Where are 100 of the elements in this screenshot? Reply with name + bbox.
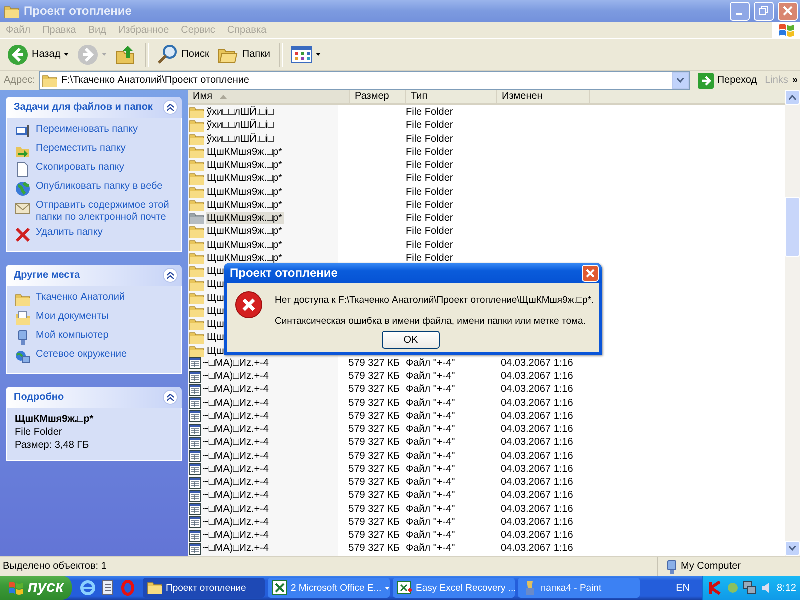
task-link[interactable]: Удалить папку — [36, 227, 103, 239]
window-title: Проект отопление — [24, 4, 133, 18]
file-type: Файл "+-4" — [405, 396, 456, 410]
file-type: File Folder — [405, 172, 454, 186]
taskbar-button[interactable]: 2 Microsoft Office E... — [268, 578, 390, 598]
file-name[interactable]: Щш — [206, 278, 226, 292]
folder-up-icon — [114, 44, 137, 66]
item-size: Размер: 3,48 ГБ — [15, 440, 90, 452]
scrollbar[interactable] — [785, 90, 800, 556]
column-header[interactable]: Размер — [350, 90, 406, 105]
file-type: Файл "+-4" — [405, 529, 456, 542]
file-size: 579 327 КБ — [348, 476, 400, 490]
item-name: ЩшКМшя9ж.□р* — [15, 414, 95, 426]
network-icon[interactable] — [743, 581, 757, 595]
dropdown-button[interactable] — [672, 72, 690, 89]
folder-icon — [189, 290, 205, 306]
notepad-icon[interactable] — [100, 580, 116, 596]
address-field[interactable]: F:\Ткаченко Анатолий\Проект отопление — [39, 71, 690, 90]
more-links-button[interactable]: » — [792, 75, 798, 86]
file-type: Файл "+-4" — [405, 356, 456, 370]
column-header[interactable]: Имя — [188, 90, 350, 105]
column-header[interactable]: Тип — [406, 90, 497, 105]
chevron-down-icon — [677, 78, 684, 83]
folder-icon — [189, 250, 205, 266]
file-date: 04.03.2067 1:16 — [500, 383, 574, 396]
error-detail: Синтаксическая ошибка в имени файла, имени папки или метке тома. — [275, 316, 587, 327]
task-link[interactable]: Опубликовать папку в вебе — [36, 181, 163, 193]
task-link[interactable]: Мой компьютер — [36, 330, 109, 342]
status-text: Выделено объектов: 1 — [2, 561, 108, 572]
back-button[interactable]: Назад — [4, 42, 72, 68]
file-size: 579 327 КБ — [348, 450, 400, 463]
file-name[interactable]: Щш — [206, 344, 226, 358]
task-link[interactable]: Переименовать папку — [36, 124, 138, 136]
task-link[interactable]: Отправить содержимое этой папки по электронной почте — [36, 200, 173, 224]
scroll-thumb[interactable] — [785, 197, 800, 257]
delete-icon — [15, 227, 31, 243]
search-icon — [156, 44, 179, 66]
task-link[interactable]: Сетевое окружение — [36, 349, 128, 361]
file-date: 04.03.2067 1:16 — [500, 450, 574, 463]
minimize-button[interactable] — [730, 2, 750, 20]
folder-icon — [15, 292, 31, 308]
spreadsheet-icon — [397, 580, 413, 596]
taskbar-button[interactable]: Проект отопление — [143, 578, 265, 598]
close-button[interactable] — [778, 2, 798, 20]
start-button[interactable]: пуск — [0, 576, 72, 600]
close-button[interactable] — [582, 264, 599, 282]
file-name[interactable]: Щш — [206, 331, 226, 344]
file-name[interactable]: ЩшКМшя9ж.□р* — [206, 212, 284, 225]
taskbar-button[interactable]: Easy Excel Recovery ... — [393, 578, 515, 598]
file-size: 579 327 КБ — [348, 410, 400, 423]
task-link[interactable]: Мои документы — [36, 311, 109, 323]
task-link[interactable]: Переместить папку — [36, 143, 126, 155]
file-name[interactable]: Щш — [206, 304, 226, 318]
collapse-button[interactable] — [163, 390, 178, 405]
folders-button[interactable]: Папки — [214, 42, 274, 68]
views-icon — [290, 44, 312, 64]
file-name[interactable]: Щш — [206, 292, 226, 304]
antivirus-icon[interactable] — [709, 581, 723, 595]
task-link[interactable]: Скопировать папку — [36, 162, 124, 174]
language-indicator[interactable]: EN — [676, 582, 702, 594]
taskbar-button[interactable]: папка4 - Paint — [518, 578, 640, 598]
file-date: 04.03.2067 1:16 — [500, 436, 574, 450]
caret-icon — [384, 586, 390, 590]
address-label: Адрес: — [4, 75, 36, 86]
folder-icon — [189, 105, 205, 120]
collapse-button[interactable] — [163, 268, 178, 283]
item-type: File Folder — [15, 427, 64, 439]
folder-icon — [189, 344, 205, 358]
column-header[interactable]: Изменен — [497, 90, 590, 105]
file-date: 04.03.2067 1:16 — [500, 476, 574, 490]
file-date: 04.03.2067 1:16 — [500, 370, 574, 384]
file-name[interactable]: Щш — [206, 265, 226, 278]
scroll-down-icon — [789, 546, 796, 551]
file-type: File Folder — [405, 238, 454, 252]
chevron-up-icon — [167, 394, 174, 401]
file-type: Файл "+-4" — [405, 542, 456, 556]
file-type: File Folder — [405, 159, 454, 172]
file-size: 579 327 КБ — [348, 370, 400, 384]
ok-button[interactable]: OK — [382, 331, 440, 349]
file-type: File Folder — [405, 186, 454, 198]
close-icon — [783, 6, 793, 16]
folder-icon — [189, 118, 205, 134]
file-size: 579 327 КБ — [348, 542, 400, 556]
file-type: Файл "+-4" — [405, 489, 456, 502]
collapse-button[interactable] — [163, 100, 178, 115]
task-link[interactable]: Ткаченко Анатолий — [36, 292, 126, 304]
go-button[interactable]: Переход — [694, 72, 762, 88]
browser-icon[interactable] — [80, 580, 96, 596]
restore-button[interactable] — [754, 2, 774, 20]
zone-label: My Computer — [681, 561, 742, 572]
search-button[interactable]: Поиск — [154, 42, 212, 68]
folder-icon — [42, 73, 58, 88]
file-name[interactable]: Щш — [206, 318, 226, 331]
file-date: 04.03.2067 1:16 — [500, 489, 574, 502]
flag-icon — [777, 22, 795, 38]
sort-ascending-icon — [220, 94, 228, 98]
scroll-up-icon — [789, 95, 796, 100]
column-label: Изменен — [502, 91, 543, 102]
flag-icon — [8, 581, 24, 595]
folder-icon — [189, 304, 205, 319]
